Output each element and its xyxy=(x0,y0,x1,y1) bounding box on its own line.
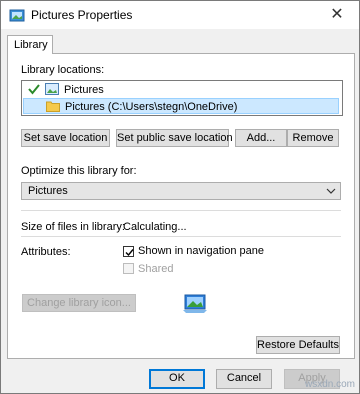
list-item-label: Pictures (C:\Users\stegn\OneDrive) xyxy=(65,101,238,113)
add-button[interactable]: Add... xyxy=(235,129,287,147)
list-item-label: Pictures xyxy=(64,84,104,96)
optimize-dropdown[interactable]: Pictures xyxy=(21,182,341,200)
optimize-value: Pictures xyxy=(28,185,68,197)
window-title: Pictures Properties xyxy=(31,8,133,22)
optimize-label: Optimize this library for: xyxy=(21,165,137,177)
library-icon-preview xyxy=(183,294,207,313)
cancel-button[interactable]: Cancel xyxy=(216,369,272,389)
title-bar[interactable]: Pictures Properties ✕ xyxy=(1,1,359,29)
shown-in-navigation-label[interactable]: Shown in navigation pane xyxy=(138,245,264,257)
size-label: Size of files in library: xyxy=(21,221,125,233)
change-library-icon-button[interactable]: Change library icon... xyxy=(22,294,136,312)
tab-library[interactable]: Library xyxy=(7,35,53,54)
set-public-save-location-button[interactable]: Set public save location xyxy=(116,129,233,147)
divider xyxy=(21,236,341,237)
remove-button[interactable]: Remove xyxy=(287,129,339,147)
library-tab-panel: Library locations: Pictures Pictures (C:… xyxy=(7,53,355,359)
list-item-selected[interactable]: Pictures (C:\Users\stegn\OneDrive) xyxy=(23,98,339,114)
restore-defaults-button[interactable]: Restore Defaults xyxy=(256,336,340,354)
shared-label: Shared xyxy=(138,263,174,275)
list-item[interactable]: Pictures xyxy=(23,82,339,98)
library-locations-list[interactable]: Pictures Pictures (C:\Users\stegn\OneDri… xyxy=(21,80,343,116)
size-value: Calculating... xyxy=(123,221,187,233)
checkmark-icon xyxy=(125,249,134,257)
chevron-down-icon xyxy=(326,188,336,194)
library-pictures-icon xyxy=(45,83,59,95)
shown-in-navigation-checkbox[interactable] xyxy=(123,246,134,257)
library-pictures-icon xyxy=(9,9,25,22)
divider xyxy=(21,210,341,211)
attributes-label: Attributes: xyxy=(21,246,71,258)
shared-checkbox[interactable] xyxy=(123,263,134,274)
checkmark-icon xyxy=(28,84,40,95)
set-save-location-button[interactable]: Set save location xyxy=(21,129,110,147)
watermark: wsxdn.com xyxy=(304,379,355,390)
ok-button[interactable]: OK xyxy=(149,369,205,389)
close-button[interactable]: ✕ xyxy=(315,1,359,29)
properties-dialog: Pictures Properties ✕ Library Library lo… xyxy=(0,0,360,394)
tab-library-label: Library xyxy=(14,39,48,51)
folder-icon xyxy=(46,101,60,112)
library-locations-label: Library locations: xyxy=(21,64,105,76)
